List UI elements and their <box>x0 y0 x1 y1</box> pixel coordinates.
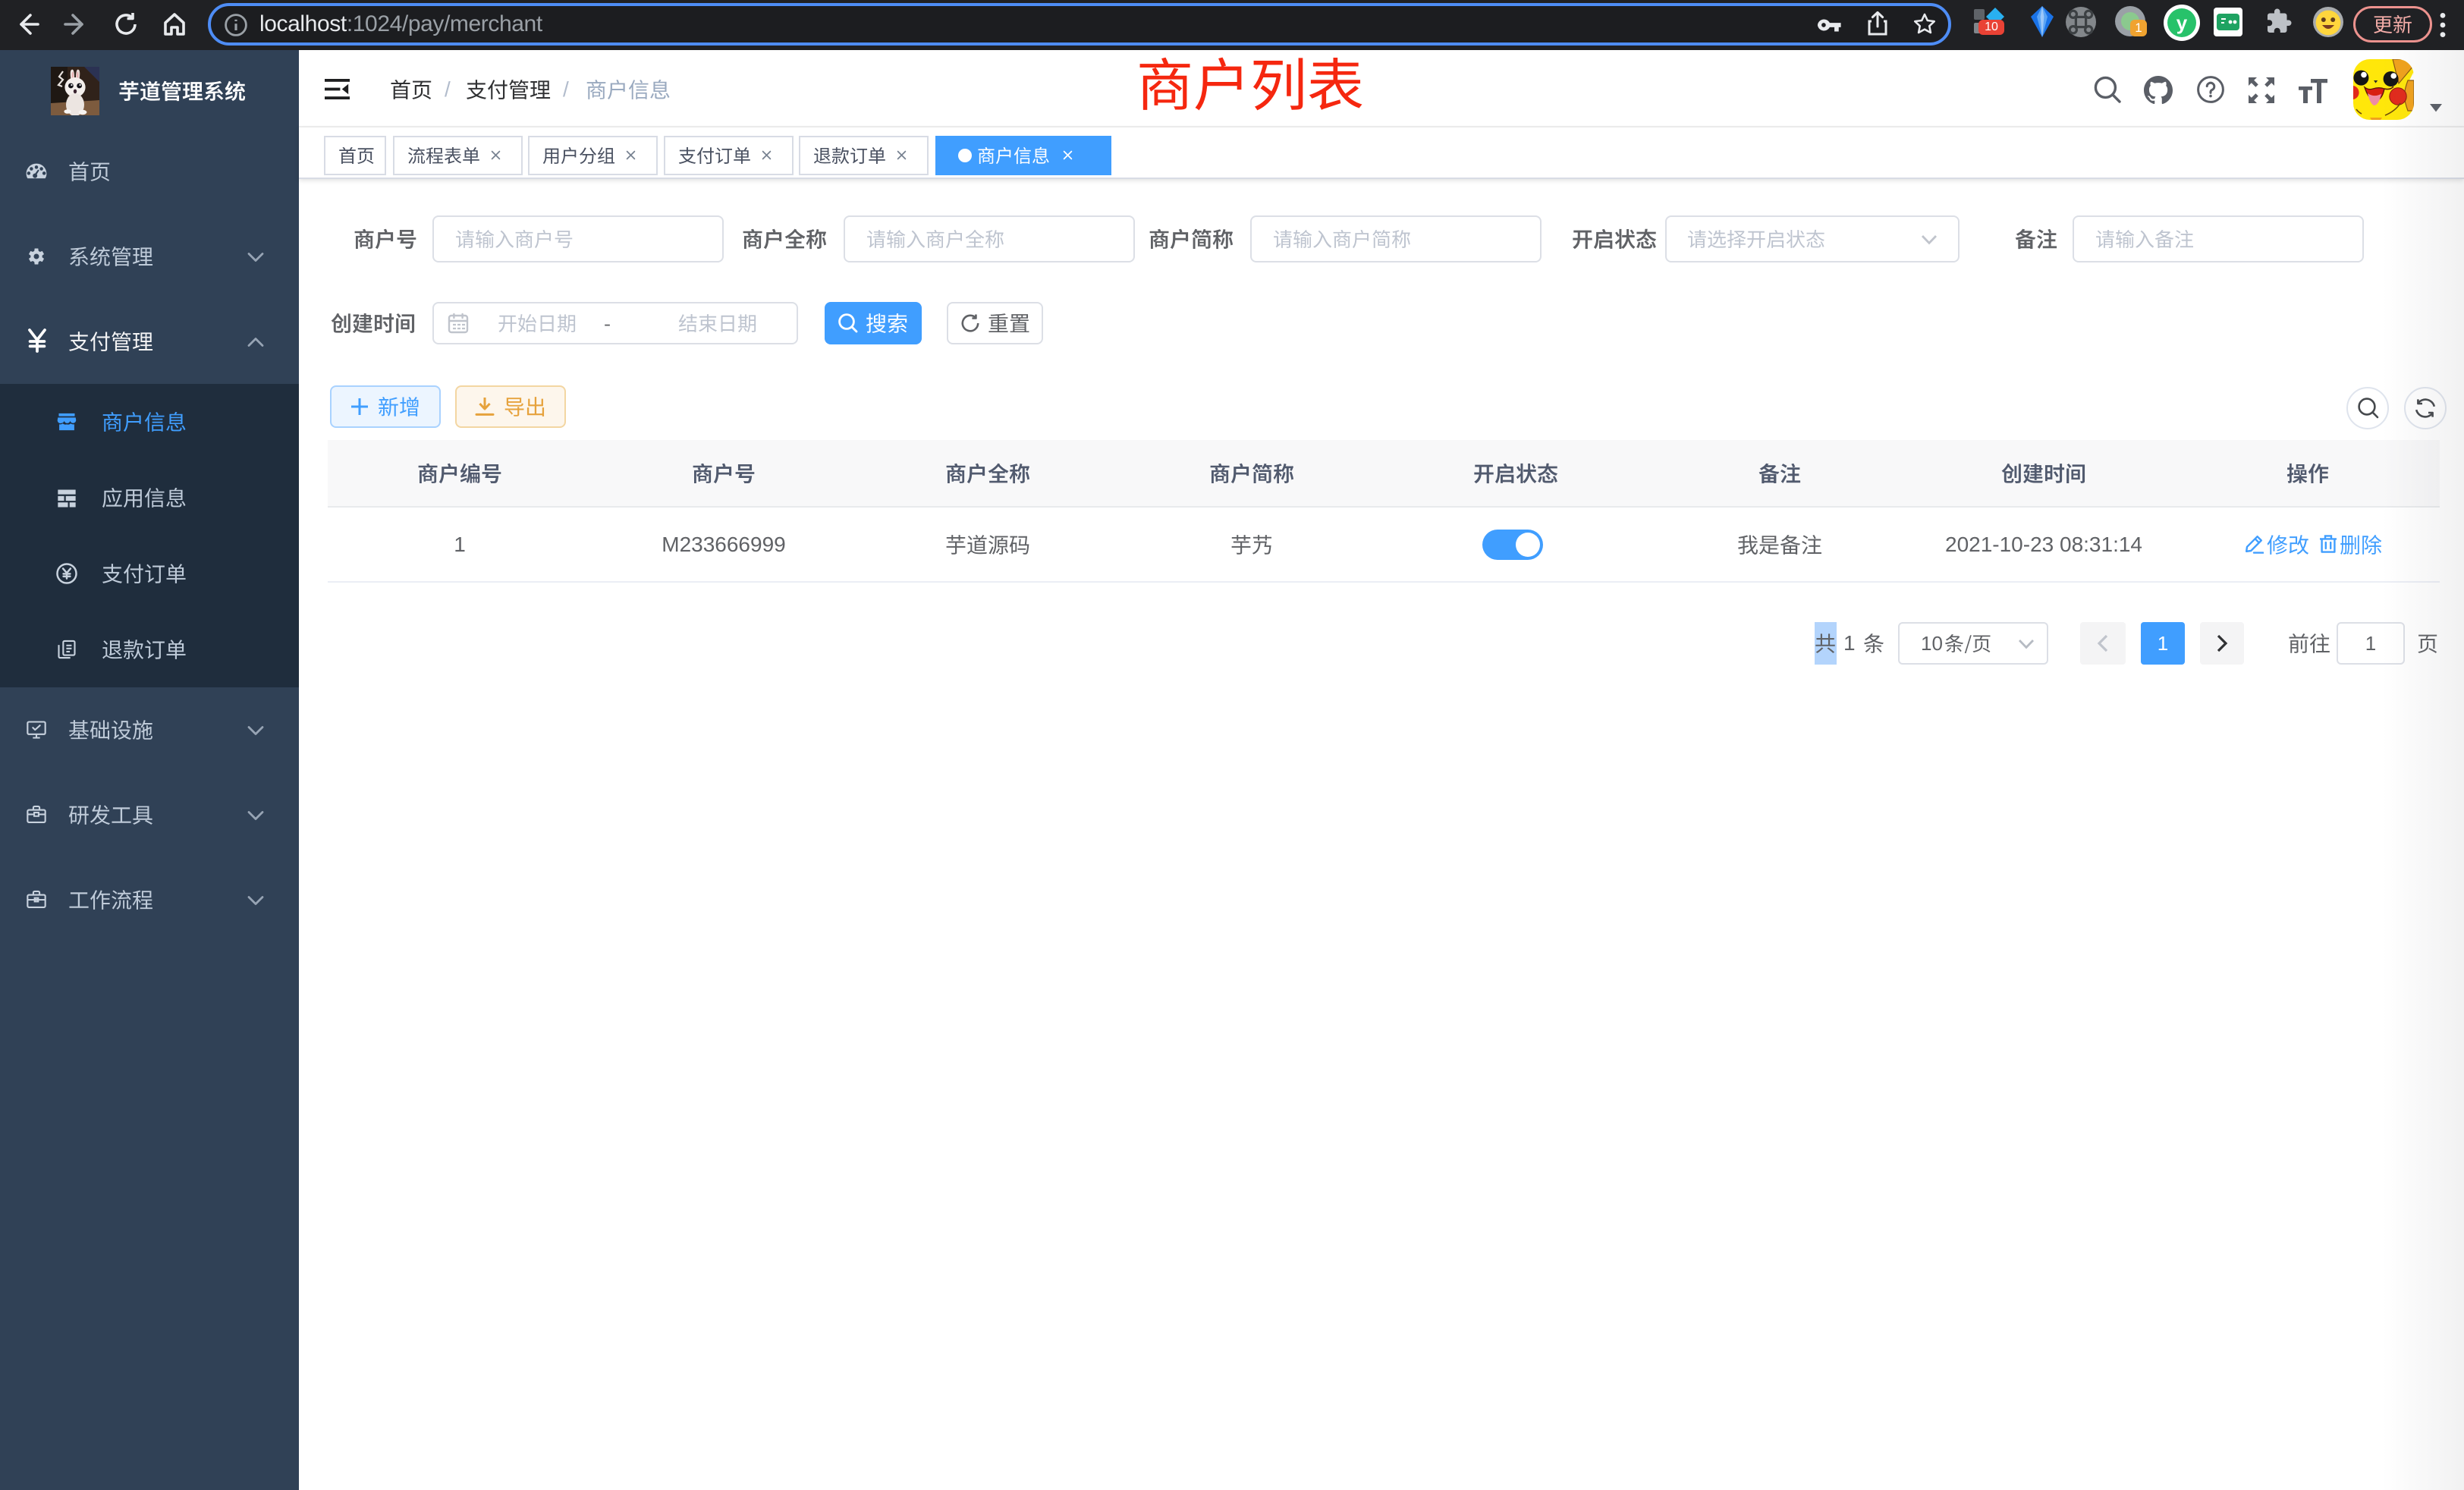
svg-text:y: y <box>2176 11 2188 34</box>
